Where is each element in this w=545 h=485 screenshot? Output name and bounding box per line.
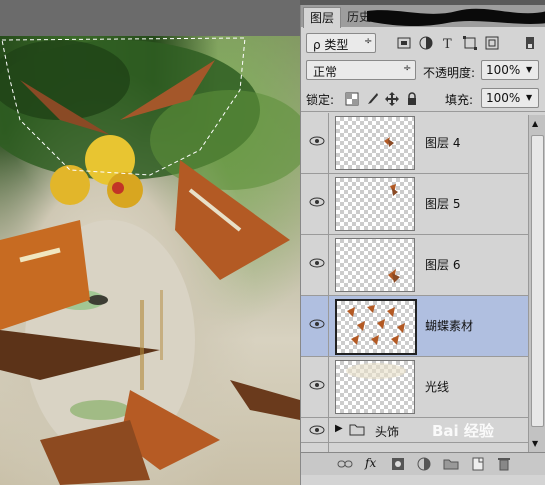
folder-icon — [349, 424, 365, 436]
layer-name: 图层 5 — [425, 197, 461, 211]
layer-name: 图层 6 — [425, 258, 461, 272]
type-filter-icon[interactable]: T — [441, 36, 455, 50]
adjustment-filter-icon[interactable] — [419, 36, 433, 50]
layer-name: 蝴蝶素材 — [425, 319, 474, 333]
filter-row: ρ 类型 ÷ T — [301, 31, 545, 55]
shape-filter-icon[interactable] — [463, 36, 477, 50]
opacity-field[interactable]: 100% ▼ — [481, 60, 539, 80]
chevron-right-icon[interactable]: ▶ — [335, 423, 343, 434]
group-name: 头饰 — [375, 425, 400, 439]
layer-list-scrollbar[interactable]: ▲ ▼ — [528, 115, 545, 453]
fill-label: 填充: — [445, 93, 474, 107]
eye-visibility-icon[interactable] — [309, 318, 325, 330]
layer-row[interactable]: 图层 5 — [301, 174, 528, 235]
panel-tab-bar: 图层 历史记录 — [301, 5, 545, 28]
lock-row: 锁定: 填充: 100% ▼ — [301, 85, 545, 112]
new-group-folder-icon[interactable] — [443, 458, 459, 470]
link-icon[interactable] — [337, 458, 353, 470]
layers-panel: 图层 历史记录 ρ 类型 ÷ T 正常 ÷ 不透明度: 100% ▼ 锁定: — [300, 5, 545, 485]
filter-type-select[interactable]: ρ 类型 ÷ — [306, 33, 376, 53]
lock-label: 锁定: — [306, 93, 335, 107]
redaction-scribble — [367, 8, 545, 27]
caret-down-icon: ▼ — [526, 65, 533, 74]
layer-thumbnail — [335, 360, 415, 414]
filter-type-label: ρ 类型 — [313, 38, 349, 52]
fx-icon[interactable]: fx — [365, 456, 376, 470]
filter-toggle-icon[interactable] — [523, 36, 537, 50]
opacity-value: 100% — [486, 63, 521, 77]
layer-name: 光线 — [425, 380, 450, 394]
eye-visibility-icon[interactable] — [309, 424, 325, 436]
watermark: Bai 经验 — [432, 422, 494, 440]
trash-icon[interactable] — [497, 456, 511, 471]
tab-layers[interactable]: 图层 — [303, 7, 342, 28]
scroll-up-icon[interactable]: ▲ — [532, 119, 538, 128]
scrollbar-thumb[interactable] — [531, 135, 544, 427]
mask-icon[interactable] — [391, 457, 405, 471]
layer-name: 图层 4 — [425, 136, 461, 150]
pixel-filter-icon[interactable] — [397, 36, 411, 50]
layer-thumbnail — [335, 116, 415, 170]
layer-row[interactable]: 光线 — [301, 357, 528, 418]
layers-bottom-toolbar: fx — [301, 452, 545, 475]
adjustment-icon[interactable] — [417, 457, 431, 471]
layer-thumbnail — [335, 177, 415, 231]
lock-transparency-icon[interactable] — [345, 92, 359, 106]
opacity-label: 不透明度: — [423, 66, 476, 80]
scroll-down-icon[interactable]: ▼ — [532, 439, 538, 448]
layer-thumbnail — [335, 238, 415, 292]
caret-down-icon: ▼ — [526, 93, 533, 102]
eye-visibility-icon[interactable] — [309, 379, 325, 391]
chevron-down-icon: ÷ — [364, 36, 373, 47]
layer-list: 图层 4 图层 5 图层 6 蝴蝶素材 光线 ▶ 头饰 — [301, 113, 528, 453]
eye-visibility-icon[interactable] — [309, 196, 325, 208]
layer-row[interactable]: 图层 4 — [301, 113, 528, 174]
layer-row[interactable]: 图层 6 — [301, 235, 528, 296]
blend-row: 正常 ÷ 不透明度: 100% ▼ — [301, 57, 545, 83]
blend-mode-value: 正常 — [313, 65, 338, 79]
fill-field[interactable]: 100% ▼ — [481, 88, 539, 108]
lock-position-move-icon[interactable] — [385, 92, 399, 106]
new-layer-icon[interactable] — [471, 457, 485, 471]
lock-all-icon[interactable] — [405, 92, 419, 106]
document-canvas[interactable] — [0, 0, 300, 485]
fill-value: 100% — [486, 91, 521, 105]
chevron-down-icon: ÷ — [403, 63, 412, 74]
blend-mode-select[interactable]: 正常 ÷ — [306, 60, 416, 80]
eye-visibility-icon[interactable] — [309, 257, 325, 269]
eye-visibility-icon[interactable] — [309, 135, 325, 147]
smart-object-filter-icon[interactable] — [485, 36, 499, 50]
svg-text:T: T — [443, 37, 452, 50]
layer-thumbnail — [335, 299, 417, 355]
lock-pixels-brush-icon[interactable] — [365, 92, 379, 106]
selection-marquee — [1, 37, 246, 176]
layer-row-selected[interactable]: 蝴蝶素材 — [301, 296, 528, 357]
